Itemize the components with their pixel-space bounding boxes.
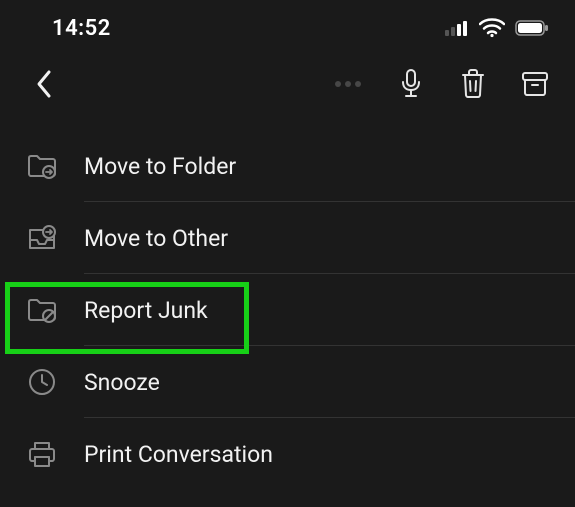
folder-block-icon: [24, 292, 60, 328]
menu-item-snooze[interactable]: Snooze: [0, 346, 575, 418]
more-button[interactable]: [335, 81, 361, 87]
battery-icon: [515, 20, 549, 36]
chevron-left-icon: [35, 69, 53, 99]
wifi-icon: [479, 18, 505, 38]
menu-item-report-junk[interactable]: Report Junk: [0, 274, 575, 346]
menu-item-label: Move to Other: [84, 225, 575, 252]
menu-item-move-to-other[interactable]: Move to Other: [0, 202, 575, 274]
status-icons: [445, 18, 549, 38]
archive-icon: [521, 70, 549, 98]
printer-icon: [24, 436, 60, 472]
menu-item-move-to-folder[interactable]: Move to Folder: [0, 130, 575, 202]
mic-button[interactable]: [389, 62, 433, 106]
clock-icon: [24, 364, 60, 400]
inbox-move-icon: [24, 220, 60, 256]
microphone-icon: [400, 69, 422, 99]
status-bar: 14:52: [0, 0, 575, 52]
status-time: 14:52: [52, 16, 111, 41]
menu-item-label: Report Junk: [84, 297, 575, 324]
back-button[interactable]: [22, 62, 66, 106]
menu-list: Move to Folder Move to Other Report Junk: [0, 116, 575, 490]
cellular-icon: [445, 20, 469, 36]
menu-item-label: Print Conversation: [84, 441, 575, 468]
delete-button[interactable]: [451, 62, 495, 106]
menu-item-print-conversation[interactable]: Print Conversation: [0, 418, 575, 490]
menu-item-label: Snooze: [84, 369, 575, 396]
archive-button[interactable]: [513, 62, 557, 106]
trash-icon: [460, 69, 486, 99]
menu-item-label: Move to Folder: [84, 153, 575, 180]
folder-move-icon: [24, 148, 60, 184]
toolbar: [0, 52, 575, 116]
